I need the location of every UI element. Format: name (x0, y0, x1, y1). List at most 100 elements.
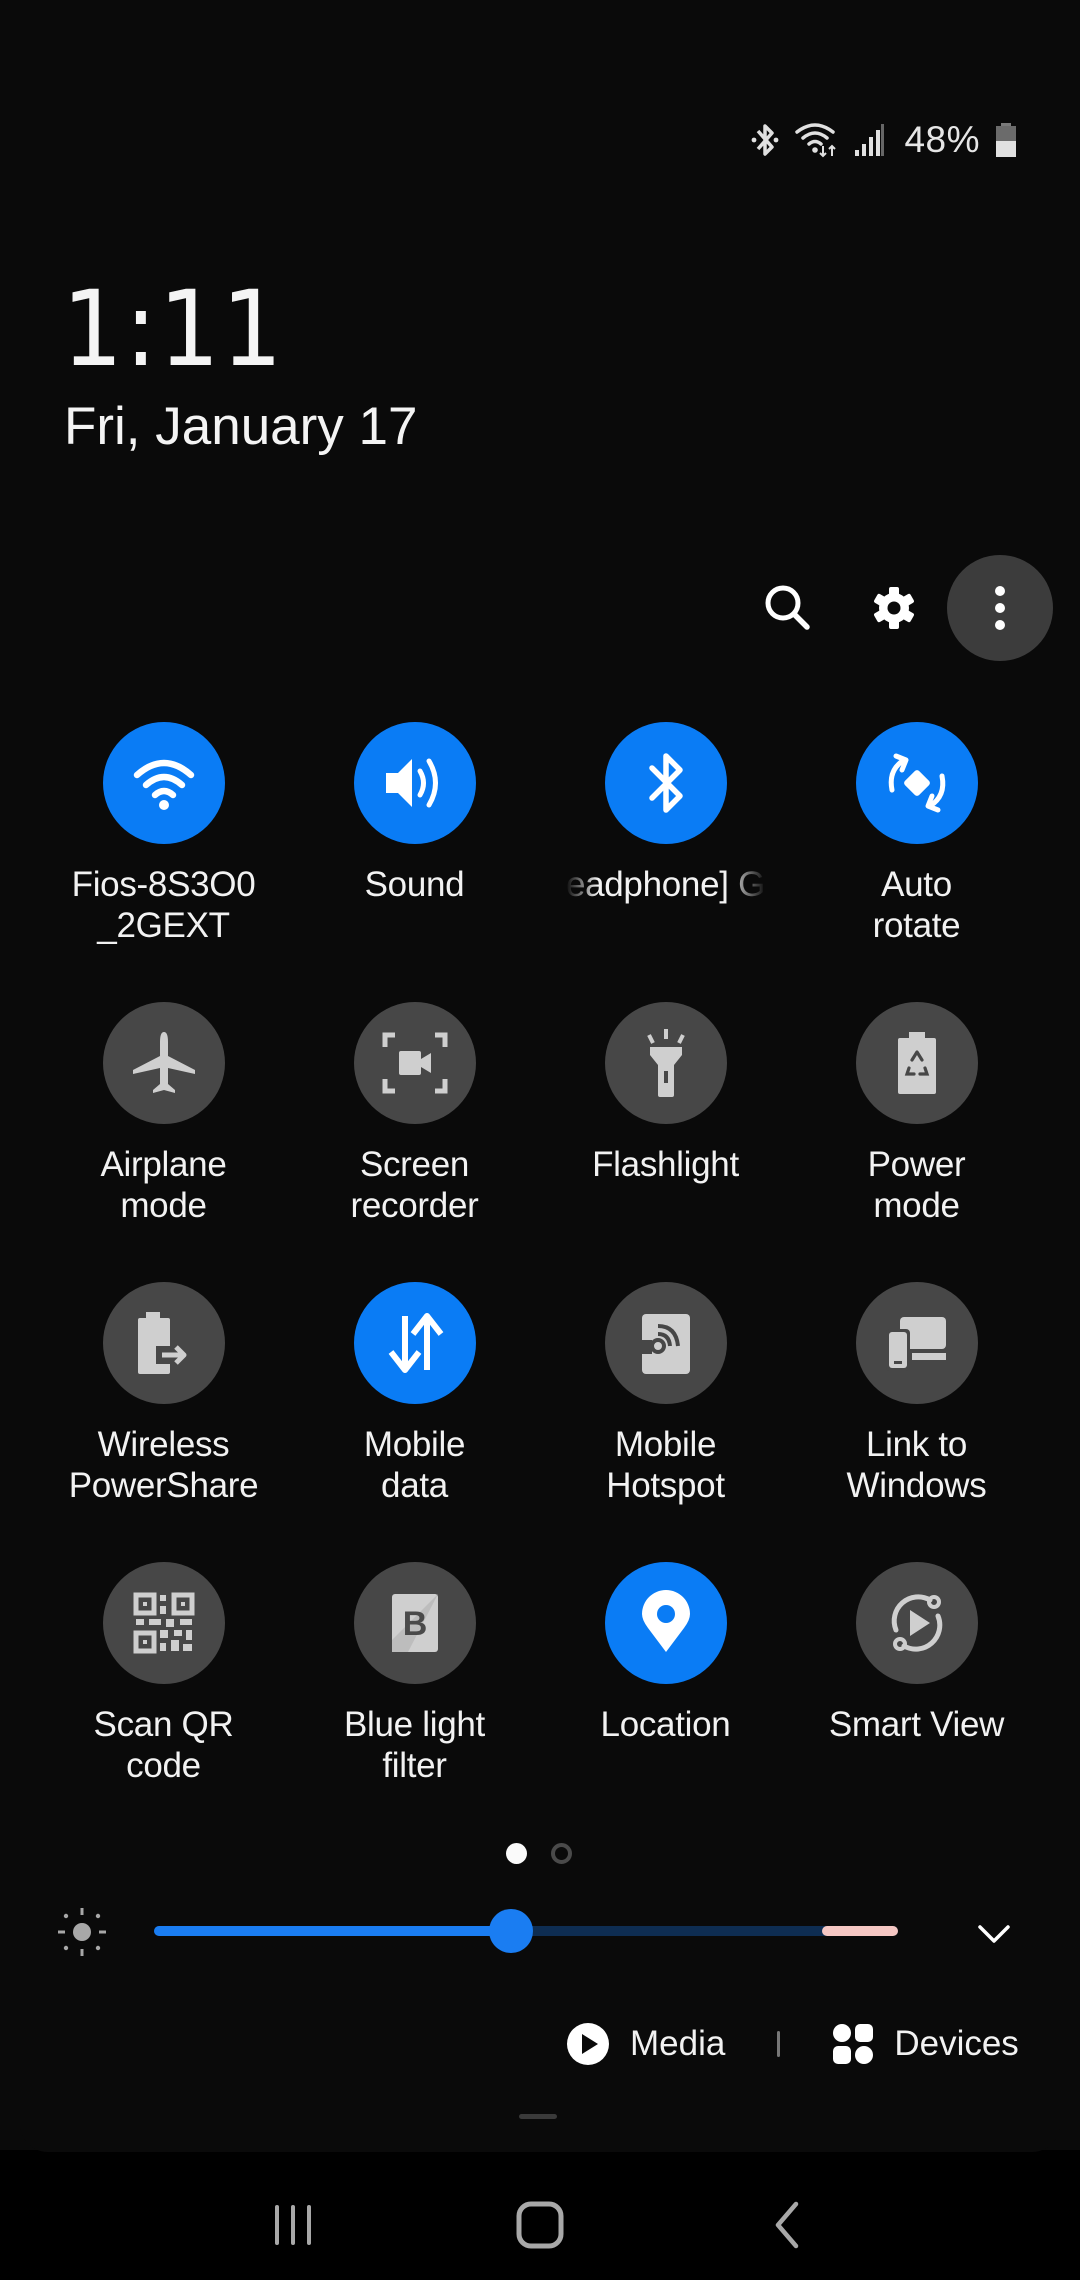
media-button[interactable]: Media (566, 2022, 725, 2066)
tile-power-mode-toggle[interactable] (855, 1002, 978, 1124)
bluetooth-icon (752, 124, 779, 156)
separator (777, 2031, 781, 2057)
home-icon (516, 2201, 564, 2249)
tile-label: Mobile data (363, 1425, 466, 1505)
tile-sound-toggle[interactable] (353, 722, 476, 844)
page-dot-1[interactable] (506, 1843, 527, 1864)
flashlight-icon (646, 1029, 685, 1097)
tile-wireless-powershare[interactable]: Wireless PowerShare (38, 1282, 289, 1562)
tile-bluetooth-toggle[interactable] (604, 722, 727, 844)
tile-flashlight-toggle[interactable] (604, 1002, 727, 1124)
blue-light-filter-icon: B (391, 1594, 438, 1652)
tile-location[interactable]: Location (540, 1562, 791, 1842)
link-to-windows-icon (885, 1317, 946, 1371)
tile-label: Mobile Hotspot (606, 1425, 725, 1505)
tile-mobile-hotspot[interactable]: Mobile Hotspot (540, 1282, 791, 1562)
tile-blue-light-filter-toggle[interactable]: B (353, 1562, 476, 1684)
tile-mobile-data[interactable]: Mobile data (289, 1282, 540, 1562)
back-icon (775, 2201, 798, 2249)
panel-bottom-edge (20, 2120, 1060, 2152)
recents-button[interactable] (243, 2175, 343, 2275)
sound-icon (385, 758, 438, 808)
tile-scan-qr[interactable]: Scan QR code (38, 1562, 289, 1842)
qr-code-icon (133, 1592, 194, 1654)
tile-auto-rotate-toggle[interactable] (855, 722, 978, 844)
tile-location-toggle[interactable] (604, 1562, 727, 1684)
media-label: Media (630, 2024, 726, 2063)
expand-brightness-button[interactable] (970, 1910, 1018, 1958)
svg-text:B: B (402, 1605, 427, 1643)
home-button[interactable] (490, 2175, 590, 2275)
tile-label: Screen recorder (350, 1145, 479, 1225)
tile-label: Wireless PowerShare (68, 1425, 259, 1505)
date: Fri, January 17 (64, 397, 418, 456)
tile-label: Flashlight (592, 1145, 739, 1184)
brightness-slider[interactable] (154, 1909, 898, 1953)
tile-power-mode[interactable]: Power mode (791, 1002, 1042, 1282)
tile-scan-qr-toggle[interactable] (102, 1562, 225, 1684)
panel-actions (735, 555, 1053, 661)
wireless-powershare-icon (137, 1312, 186, 1374)
page-dot-2[interactable] (551, 1843, 572, 1864)
tile-flashlight[interactable]: Flashlight (540, 1002, 791, 1282)
brightness-slider-thumb[interactable] (489, 1909, 534, 1953)
wifi-data-icon (795, 123, 837, 158)
tile-airplane-mode[interactable]: Airplane mode (38, 1002, 289, 1282)
back-button[interactable] (737, 2175, 837, 2275)
brightness-icon (58, 1908, 106, 1956)
tile-label: Airplane mode (100, 1145, 227, 1225)
screen-recorder-icon (382, 1032, 447, 1094)
tile-link-to-windows[interactable]: Link to Windows (791, 1282, 1042, 1562)
tile-blue-light-filter[interactable]: B Blue light filter (289, 1562, 540, 1842)
more-options-button[interactable] (947, 555, 1053, 661)
navigation-bar (0, 2170, 1080, 2280)
tile-label: Link to Windows (846, 1425, 987, 1505)
brightness-extra-range (822, 1926, 898, 1936)
settings-button[interactable] (841, 555, 947, 661)
auto-rotate-icon (888, 753, 945, 813)
power-mode-icon (897, 1032, 936, 1094)
brightness-control (56, 1906, 1016, 1962)
tile-label: Power mode (867, 1145, 966, 1225)
recents-icon (275, 2205, 312, 2245)
more-vertical-icon (995, 586, 1005, 630)
tile-wireless-powershare-toggle[interactable] (102, 1282, 225, 1404)
page-indicator (506, 1843, 572, 1864)
tile-link-to-windows-toggle[interactable] (855, 1282, 978, 1404)
devices-label: Devices (894, 2024, 1019, 2063)
tile-label: Smart View (828, 1705, 1005, 1744)
tile-auto-rotate[interactable]: Auto rotate (791, 722, 1042, 1002)
quick-settings-grid: Fios-8S3O0 _2GEXT Sound eadphone] G Auto… (38, 722, 1042, 1842)
search-button[interactable] (735, 555, 841, 661)
airplane-icon (132, 1032, 195, 1093)
tile-label: Scan QR code (93, 1705, 234, 1785)
battery-percent: 48% (904, 119, 980, 160)
tile-bluetooth[interactable]: eadphone] G (540, 722, 791, 1002)
battery-icon (996, 123, 1016, 157)
tile-smart-view[interactable]: Smart View (791, 1562, 1042, 1842)
panel-drag-handle[interactable] (519, 2114, 557, 2119)
tile-label: Location (600, 1705, 731, 1744)
gear-icon (874, 587, 914, 629)
tile-wifi[interactable]: Fios-8S3O0 _2GEXT (38, 722, 289, 1002)
tile-smart-view-toggle[interactable] (855, 1562, 978, 1684)
tile-label: Sound (364, 865, 465, 904)
cell-signal-icon (855, 124, 885, 156)
tile-wifi-toggle[interactable] (102, 722, 225, 844)
tile-sound[interactable]: Sound (289, 722, 540, 1002)
clock: 1:11 (62, 268, 285, 390)
tile-label: Fios-8S3O0 _2GEXT (71, 865, 256, 945)
tile-screen-recorder[interactable]: Screen recorder (289, 1002, 540, 1282)
tile-label: eadphone] G (565, 865, 766, 904)
tile-airplane-mode-toggle[interactable] (102, 1002, 225, 1124)
tile-screen-recorder-toggle[interactable] (353, 1002, 476, 1124)
devices-button[interactable]: Devices (832, 2023, 1019, 2065)
tile-mobile-hotspot-toggle[interactable] (604, 1282, 727, 1404)
mobile-data-icon (388, 1313, 443, 1373)
tile-label: Auto rotate (872, 865, 961, 945)
play-circle-icon (567, 2023, 609, 2065)
tile-label: Blue light filter (344, 1705, 485, 1785)
mobile-hotspot-icon (641, 1314, 690, 1374)
location-icon (641, 1590, 690, 1652)
tile-mobile-data-toggle[interactable] (353, 1282, 476, 1404)
